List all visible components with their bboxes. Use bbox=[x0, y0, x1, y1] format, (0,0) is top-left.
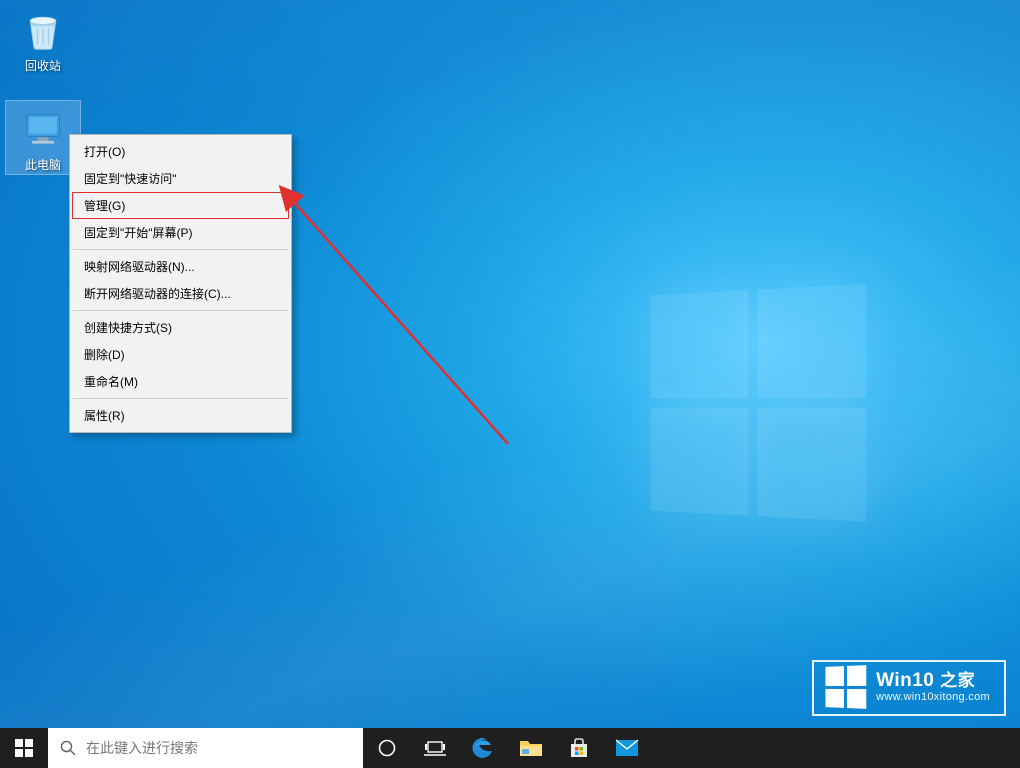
watermark: Win10 之家 www.win10xitong.com bbox=[812, 660, 1006, 716]
taskbar-edge[interactable] bbox=[459, 728, 507, 768]
context-menu-this-pc: 打开(O) 固定到"快速访问" 管理(G) 固定到"开始"屏幕(P) 映射网络驱… bbox=[69, 134, 292, 433]
menu-item-open[interactable]: 打开(O) bbox=[72, 138, 289, 165]
windows-logo-background bbox=[651, 284, 870, 526]
taskbar-mail[interactable] bbox=[603, 728, 651, 768]
circle-icon bbox=[377, 738, 397, 758]
menu-item-rename[interactable]: 重命名(M) bbox=[72, 368, 289, 395]
windows-logo-icon bbox=[826, 665, 867, 709]
edge-icon bbox=[471, 736, 495, 760]
store-icon bbox=[568, 737, 590, 759]
menu-item-pin-quick-access[interactable]: 固定到"快速访问" bbox=[72, 165, 289, 192]
menu-separator bbox=[73, 310, 288, 311]
search-icon bbox=[60, 740, 76, 756]
taskbar-store[interactable] bbox=[555, 728, 603, 768]
start-button[interactable] bbox=[0, 728, 48, 768]
taskbar-search[interactable] bbox=[48, 728, 363, 768]
mail-icon bbox=[615, 739, 639, 757]
windows-start-icon bbox=[15, 739, 33, 757]
menu-separator bbox=[73, 398, 288, 399]
desktop-icon-label: 回收站 bbox=[6, 56, 80, 75]
taskbar-cortana[interactable] bbox=[363, 728, 411, 768]
this-pc-icon bbox=[19, 105, 67, 153]
menu-item-map-network-drive[interactable]: 映射网络驱动器(N)... bbox=[72, 253, 289, 280]
taskbar-task-view[interactable] bbox=[411, 728, 459, 768]
annotation-arrow bbox=[248, 184, 568, 464]
search-input[interactable] bbox=[86, 740, 351, 756]
desktop-icon-recycle-bin[interactable]: 回收站 bbox=[6, 2, 80, 75]
file-explorer-icon bbox=[519, 738, 543, 758]
taskbar-file-explorer[interactable] bbox=[507, 728, 555, 768]
menu-item-delete[interactable]: 删除(D) bbox=[72, 341, 289, 368]
menu-separator bbox=[73, 249, 288, 250]
task-view-icon bbox=[424, 739, 446, 757]
recycle-bin-icon bbox=[19, 6, 67, 54]
menu-item-create-shortcut[interactable]: 创建快捷方式(S) bbox=[72, 314, 289, 341]
taskbar bbox=[0, 728, 1020, 768]
menu-item-properties[interactable]: 属性(R) bbox=[72, 402, 289, 429]
menu-item-disconnect-network-drive[interactable]: 断开网络驱动器的连接(C)... bbox=[72, 280, 289, 307]
menu-item-manage[interactable]: 管理(G) bbox=[72, 192, 289, 219]
menu-item-pin-start[interactable]: 固定到"开始"屏幕(P) bbox=[72, 219, 289, 246]
